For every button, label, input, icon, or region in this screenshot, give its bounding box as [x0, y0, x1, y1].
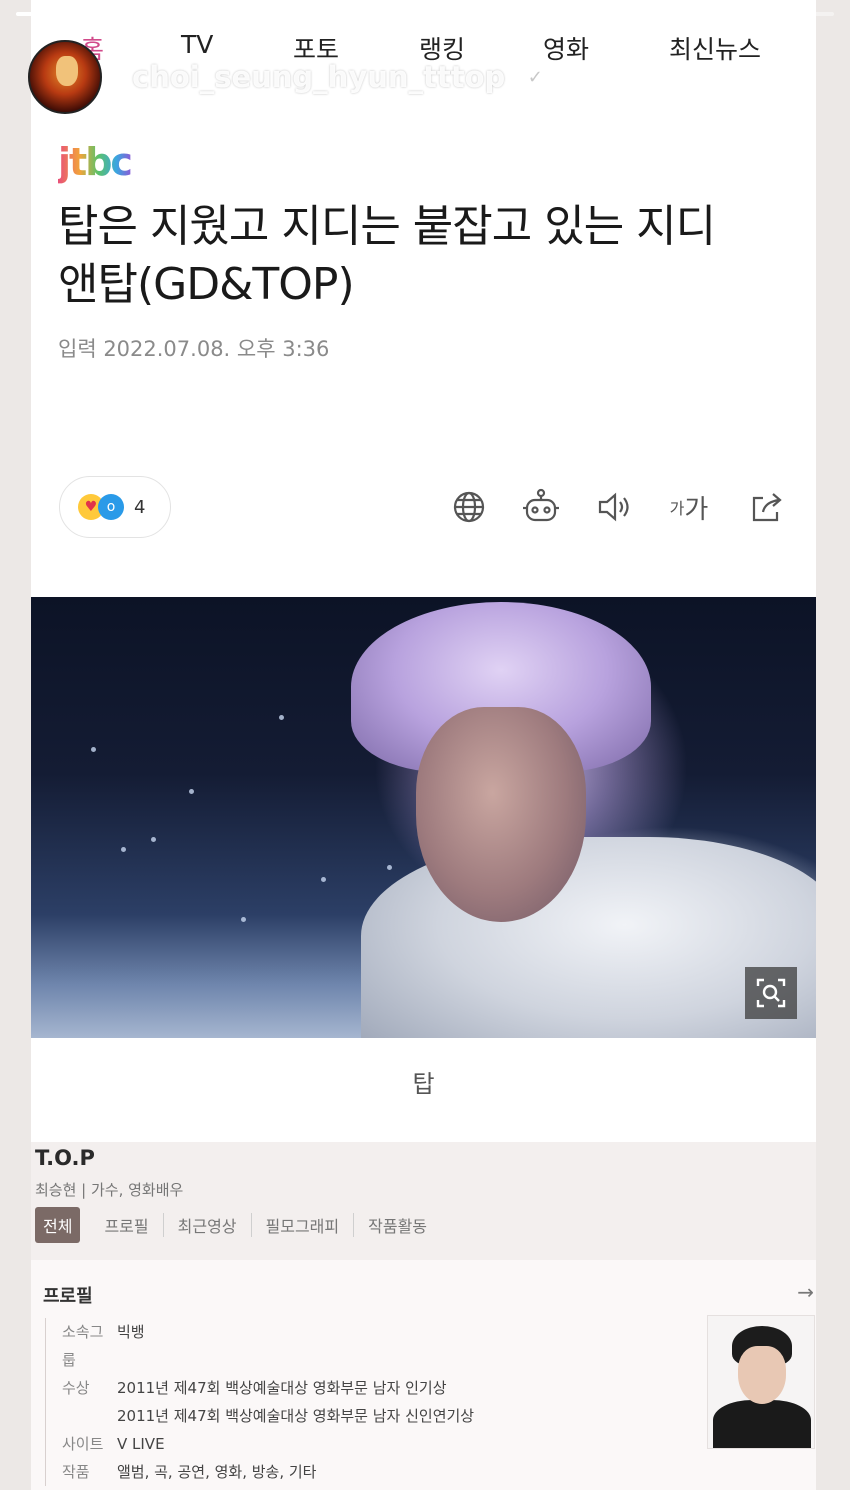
- profile-row-key: 소속그룹: [62, 1323, 104, 1369]
- headline-line: 앤탑(GD&TOP): [58, 259, 355, 310]
- reaction-count: 4: [134, 496, 146, 518]
- profile-tab-profile[interactable]: 프로필: [90, 1213, 162, 1237]
- surprised-emoji-icon: o: [98, 494, 124, 520]
- profile-row-key: 수상: [62, 1379, 90, 1397]
- profile-row-key: 사이트: [62, 1435, 104, 1453]
- profile-row-key: 작품: [62, 1463, 90, 1481]
- story-progress: [16, 12, 834, 16]
- font-size-button[interactable]: 가가: [664, 484, 714, 530]
- headline-line: 탑은 지웠고 지디는 붙잡고 있는 지디: [58, 201, 716, 252]
- photo-subject-face: [416, 707, 586, 922]
- profile-tab-filmography[interactable]: 필모그래피: [250, 1213, 354, 1237]
- profile-subtitle: 최승현 | 가수, 영화배우: [35, 1181, 184, 1199]
- robot-summary-icon[interactable]: [518, 484, 564, 530]
- share-icon[interactable]: [744, 484, 790, 530]
- profile-row: 작품 앨범, 곡, 공연, 영화, 방송, 기타: [62, 1458, 474, 1486]
- profile-row-key: [62, 1402, 117, 1430]
- verified-icon: ✓: [521, 63, 550, 91]
- avatar[interactable]: [28, 40, 102, 114]
- story-header: choi_seung_hyun_tttop ✓ 1h: [28, 40, 810, 114]
- profile-row: 수상 2011년 제47회 백상예술대상 영화부문 남자 인기상: [62, 1374, 474, 1402]
- reaction-button[interactable]: ♥ o 4: [59, 476, 171, 538]
- more-options-icon[interactable]: [800, 56, 810, 89]
- article-photo[interactable]: [31, 597, 816, 1038]
- jtbc-logo: jtbc: [58, 140, 133, 184]
- font-size-small-label: 가: [669, 499, 685, 518]
- profile-row-value[interactable]: 앨범, 곡, 공연, 영화, 방송, 기타: [117, 1458, 316, 1486]
- profile-tab-recent-videos[interactable]: 최근영상: [162, 1213, 251, 1237]
- story-username[interactable]: choi_seung_hyun_tttop: [132, 60, 505, 94]
- profile-rows: 소속그룹 빅뱅 수상 2011년 제47회 백상예술대상 영화부문 남자 인기상 2…: [45, 1318, 474, 1486]
- article-headline: 탑은 지웠고 지디는 붙잡고 있는 지디 앤탑(GD&TOP): [58, 198, 778, 314]
- photo-caption: 탑: [412, 1070, 435, 1098]
- article-toolbar: 가가: [440, 484, 790, 530]
- translate-globe-icon[interactable]: [446, 484, 492, 530]
- story-time: 1h: [567, 60, 603, 94]
- arrow-right-icon[interactable]: →: [797, 1280, 814, 1304]
- profile-name[interactable]: T.O.P: [35, 1146, 95, 1170]
- story-progress-segment: [429, 12, 834, 16]
- profile-tab-all[interactable]: 전체: [35, 1207, 81, 1243]
- profile-section: 프로필 → 소속그룹 빅뱅 수상 2011년 제47회 백상예술대상 영화부문 남자…: [31, 1260, 816, 1490]
- profile-row: 사이트 V LIVE: [62, 1430, 474, 1458]
- profile-row-value[interactable]: 빅뱅: [117, 1318, 145, 1374]
- profile-row-value[interactable]: V LIVE: [117, 1430, 165, 1458]
- article-dateline: 입력 2022.07.08. 오후 3:36: [58, 337, 330, 361]
- profile-row: 소속그룹 빅뱅: [62, 1318, 474, 1374]
- profile-tab-works[interactable]: 작품활동: [353, 1213, 441, 1237]
- profile-card: T.O.P 최승현 | 가수, 영화배우 전체 프로필 최근영상 필모그래피 작…: [31, 1142, 816, 1490]
- story-progress-segment: [16, 12, 421, 16]
- speaker-icon[interactable]: [592, 484, 638, 530]
- profile-tabs: 전체 프로필 최근영상 필모그래피 작품활동: [35, 1207, 441, 1243]
- profile-row-value: 2011년 제47회 백상예술대상 영화부문 남자 신인연기상: [117, 1407, 475, 1425]
- profile-photo[interactable]: [708, 1316, 814, 1448]
- font-size-big-label: 가: [684, 494, 709, 525]
- profile-section-title: 프로필: [43, 1286, 93, 1307]
- profile-row-value: 2011년 제47회 백상예술대상 영화부문 남자 인기상: [117, 1379, 447, 1397]
- image-zoom-icon[interactable]: [745, 967, 797, 1019]
- profile-row: 2011년 제47회 백상예술대상 영화부문 남자 신인연기상: [62, 1402, 474, 1430]
